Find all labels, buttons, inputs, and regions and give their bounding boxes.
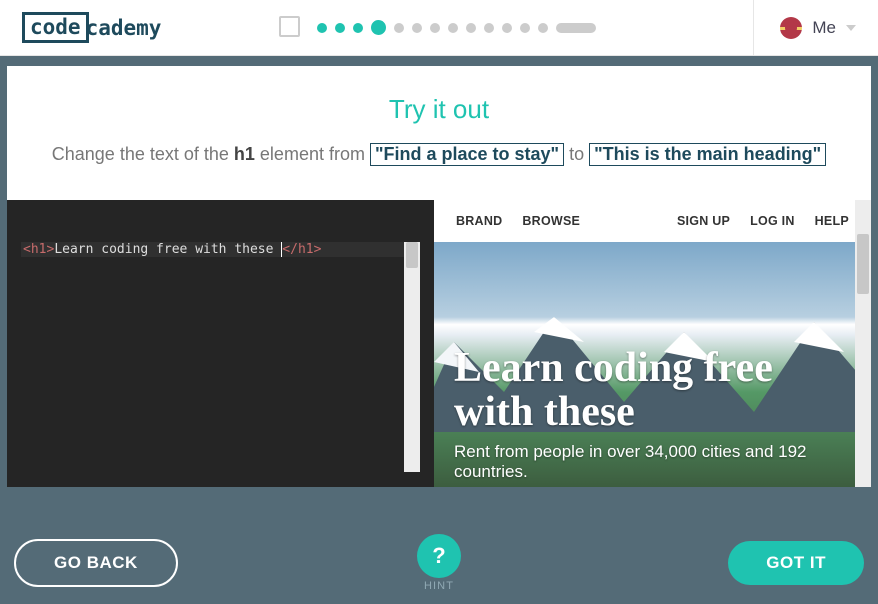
instruction-connector: to xyxy=(564,144,589,164)
section-icon xyxy=(282,19,299,36)
logo-part1: code xyxy=(22,12,89,43)
preview-pane: BRAND BROWSE SIGN UP LOG IN HELP xyxy=(434,200,871,487)
hint-group: ? HINT xyxy=(417,534,461,592)
progress-step[interactable] xyxy=(317,23,327,33)
progress-step[interactable] xyxy=(394,23,404,33)
nav-help[interactable]: HELP xyxy=(815,214,849,228)
editor-scrollbar[interactable] xyxy=(404,242,420,472)
editor-open-tag: <h1> xyxy=(23,242,54,257)
progress-step[interactable] xyxy=(430,23,440,33)
code-editor[interactable]: <h1>Learn coding free with these </h1> xyxy=(7,200,434,487)
progress-step[interactable] xyxy=(335,23,345,33)
progress-step[interactable] xyxy=(448,23,458,33)
hint-button[interactable]: ? xyxy=(417,534,461,578)
header-bar: codecademy Me xyxy=(0,0,878,56)
logo-part2: cademy xyxy=(86,16,162,40)
hero-text: Learn coding free with these Rent from p… xyxy=(454,346,851,482)
got-it-button[interactable]: GOT IT xyxy=(728,541,864,585)
go-back-button[interactable]: GO BACK xyxy=(14,539,178,587)
nav-browse[interactable]: BROWSE xyxy=(522,214,580,228)
instruction-element-name: h1 xyxy=(234,144,255,164)
preview-scrollbar[interactable] xyxy=(855,200,871,487)
instruction-prefix: Change the text of the xyxy=(52,144,234,164)
nav-signup[interactable]: SIGN UP xyxy=(677,214,730,228)
preview-nav: BRAND BROWSE SIGN UP LOG IN HELP xyxy=(434,200,871,242)
progress-step[interactable] xyxy=(520,23,530,33)
progress-step[interactable] xyxy=(412,23,422,33)
instruction-from-chip: "Find a place to stay" xyxy=(370,143,564,166)
main-content: Try it out Change the text of the h1 ele… xyxy=(0,56,878,487)
progress-step[interactable] xyxy=(538,23,548,33)
progress-step[interactable] xyxy=(466,23,476,33)
footer-bar: GO BACK ? HINT GOT IT xyxy=(0,522,878,604)
progress-step[interactable] xyxy=(502,23,512,33)
hero-image: Learn coding free with these Rent from p… xyxy=(434,242,871,487)
hint-label: HINT xyxy=(417,580,461,592)
hero-heading: Learn coding free with these xyxy=(454,346,851,434)
progress-step-current[interactable] xyxy=(371,20,386,35)
editor-close-tag: </h1> xyxy=(282,242,321,257)
user-menu-label: Me xyxy=(812,18,836,38)
instruction-text: Change the text of the h1 element from "… xyxy=(52,143,826,166)
nav-login[interactable]: LOG IN xyxy=(750,214,795,228)
avatar-icon xyxy=(780,17,802,39)
progress-step[interactable] xyxy=(484,23,494,33)
hero-subtitle: Rent from people in over 34,000 cities a… xyxy=(454,442,851,482)
chevron-down-icon xyxy=(846,25,856,31)
instruction-to-chip: "This is the main heading" xyxy=(589,143,826,166)
progress-end[interactable] xyxy=(556,23,596,33)
logo[interactable]: codecademy xyxy=(22,12,161,43)
nav-brand[interactable]: BRAND xyxy=(456,214,502,228)
editor-content: Learn coding free with these xyxy=(54,242,281,257)
instruction-middle: element from xyxy=(255,144,370,164)
instruction-card: Try it out Change the text of the h1 ele… xyxy=(7,66,871,200)
work-area: <h1>Learn coding free with these </h1> B… xyxy=(7,200,871,487)
editor-line[interactable]: <h1>Learn coding free with these </h1> xyxy=(21,242,420,257)
progress-step[interactable] xyxy=(353,23,363,33)
instruction-title: Try it out xyxy=(27,94,851,125)
progress-indicator xyxy=(282,19,596,36)
user-menu[interactable]: Me xyxy=(753,0,878,55)
